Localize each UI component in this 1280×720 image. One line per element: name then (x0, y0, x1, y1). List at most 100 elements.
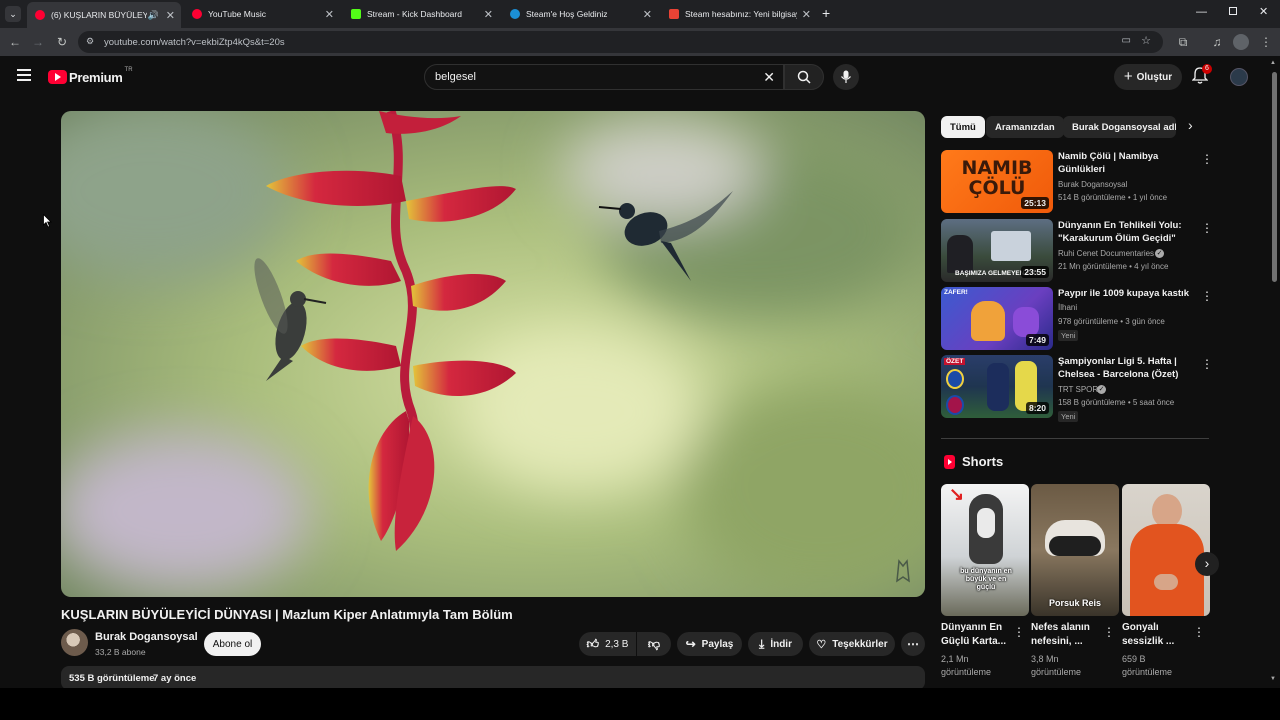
youtube-play-logo-icon (48, 70, 67, 84)
search-query: belgesel (435, 71, 476, 83)
short-overlay-text: Porsuk Reis (1048, 598, 1102, 608)
dislike-button[interactable]: 👎︎ (637, 632, 671, 656)
scroll-down-arrow-icon[interactable]: ▼ (1270, 676, 1276, 682)
recommendation-meta: 978 görüntüleme • 3 gün önce (1058, 317, 1165, 326)
voice-search-button[interactable] (833, 64, 859, 90)
new-badge: Yeni (1058, 411, 1079, 422)
youtube-favicon-icon (35, 10, 45, 20)
chevron-right-icon[interactable]: › (1188, 117, 1193, 133)
short-title[interactable]: Gonyalı sessizlik ... (1122, 621, 1184, 649)
site-info-icon[interactable]: ⚙ (86, 36, 94, 47)
youtube-premium-logo[interactable]: Premium TR (48, 67, 133, 86)
more-vertical-icon[interactable]: ⋮ (1201, 357, 1213, 371)
recommendation-item[interactable]: NAMIB ÇÖLÜ 25:13 Namib Çölü | Namibya Gü… (941, 150, 1213, 214)
short-title[interactable]: Dünyanın En Güçlü Karta... (941, 621, 1009, 649)
chip-all[interactable]: Tümü (941, 116, 985, 138)
create-button[interactable]: + Oluştur (1114, 64, 1182, 90)
minimize-button[interactable]: — (1196, 6, 1207, 18)
video-player[interactable] (61, 111, 925, 597)
browser-tab-youtube-video[interactable]: (6) KUŞLARIN BÜYÜLEYİCİ D 🔊 ✕ (27, 2, 181, 28)
share-label: Paylaş (701, 638, 734, 650)
short-views-label: görüntüleme (1122, 667, 1173, 677)
recommendation-item[interactable]: BAŞIMIZA GELMEYEN KAL 23:55 Dünyanın En … (941, 219, 1213, 283)
more-vertical-icon[interactable]: ⋮ (1201, 289, 1213, 303)
share-button[interactable]: ↪ Paylaş (677, 632, 742, 656)
search-button[interactable] (784, 64, 824, 90)
back-icon[interactable]: ← (7, 34, 23, 50)
close-tab-icon[interactable]: ✕ (643, 8, 652, 21)
video-thumbnail[interactable]: NAMIB ÇÖLÜ 25:13 (941, 150, 1053, 213)
close-tab-icon[interactable]: ✕ (166, 9, 175, 22)
bookmark-star-icon[interactable]: ☆ (1141, 34, 1151, 47)
browser-tab-youtube-music[interactable]: YouTube Music ✕ (184, 3, 340, 25)
search-icon (797, 70, 811, 84)
account-avatar[interactable] (1230, 68, 1248, 86)
description-box[interactable]: 535 B görüntüleme 7 ay önce (61, 666, 925, 690)
close-tab-icon[interactable]: ✕ (325, 8, 334, 21)
reload-icon[interactable]: ↻ (54, 34, 70, 50)
more-vertical-icon[interactable]: ⋮ (1013, 625, 1025, 639)
tab-search-button[interactable]: ⌄ (5, 6, 21, 22)
duration-badge: 7:49 (1025, 334, 1049, 346)
browser-tab-steam[interactable]: Steam'e Hoş Geldiniz ✕ (502, 3, 658, 25)
close-tab-icon[interactable]: ✕ (802, 8, 811, 21)
recommendation-channel: Ruhi Cenet Documentaries (1058, 249, 1155, 258)
recommendation-channel: İlhani (1058, 303, 1078, 312)
more-actions-button[interactable]: ⋯ (901, 632, 925, 656)
download-icon: ⤓ (759, 636, 765, 651)
duration-badge: 25:13 (1021, 197, 1049, 209)
forward-icon[interactable]: → (30, 34, 46, 50)
new-badge: Yeni (1058, 330, 1079, 341)
close-window-button[interactable]: ✕ (1259, 5, 1268, 18)
more-vertical-icon[interactable]: ⋮ (1193, 625, 1205, 639)
short-thumbnail[interactable]: ↘ bu dünyanın en büyük ve en güçlü (941, 484, 1029, 616)
video-thumbnail[interactable]: ÖZET 8:20 (941, 355, 1053, 418)
recommendation-item[interactable]: ÖZET 8:20 Şampiyonlar Ligi 5. Hafta | Ch… (941, 355, 1213, 422)
profile-avatar[interactable] (1233, 34, 1249, 50)
shorts-next-button[interactable]: › (1195, 552, 1219, 576)
menu-icon[interactable] (17, 69, 31, 81)
more-vertical-icon[interactable]: ⋮ (1201, 152, 1213, 166)
browser-tab-gmail[interactable]: Steam hesabınız: Yeni bilgisayar ✕ (661, 3, 817, 25)
channel-name[interactable]: Burak Dogansoysal (95, 631, 198, 643)
subscribe-button[interactable]: Abone ol (204, 632, 261, 656)
recommendation-channel: Burak Dogansoysal (1058, 180, 1128, 189)
bottom-black-bar (0, 688, 1280, 720)
more-horizontal-icon: ⋯ (907, 637, 919, 651)
speaker-icon[interactable]: 🔊 (148, 10, 159, 21)
browser-tab-kick[interactable]: Stream - Kick Dashboard ✕ (343, 3, 499, 25)
extensions-icon[interactable]: ⧉ (1175, 34, 1191, 50)
chip-from-search[interactable]: Aramanızdan (986, 116, 1064, 138)
new-tab-button[interactable]: + (822, 5, 830, 21)
chrome-menu-icon[interactable]: ⋮ (1258, 34, 1274, 50)
restore-button[interactable] (1229, 7, 1237, 15)
scroll-up-arrow-icon[interactable]: ▲ (1270, 60, 1276, 66)
download-button[interactable]: ⤓ İndir (748, 632, 803, 656)
notifications-button[interactable]: 6 (1191, 64, 1212, 87)
thumbnail-text: NAMIB ÇÖLÜ (961, 157, 1033, 199)
thanks-button[interactable]: ♡ Teşekkürler (809, 632, 895, 656)
close-tab-icon[interactable]: ✕ (484, 8, 493, 21)
short-thumbnail[interactable]: Porsuk Reis (1031, 484, 1119, 616)
scrollbar-thumb[interactable] (1272, 72, 1277, 282)
recommendation-item[interactable]: ZAFER! 7:49 Paypır ile 1009 kupaya kastı… (941, 287, 1213, 351)
short-title[interactable]: Nefes alanın nefesini, ... (1031, 621, 1099, 649)
page-scrollbar[interactable]: ▲ ▼ (1270, 60, 1278, 684)
video-thumbnail[interactable]: BAŞIMIZA GELMEYEN KAL 23:55 (941, 219, 1053, 282)
tab-label: (6) KUŞLARIN BÜYÜLEYİCİ D (51, 10, 147, 20)
like-button[interactable]: 👍︎ 2,3 B (579, 632, 636, 656)
clear-search-icon[interactable]: ✕ (763, 69, 775, 86)
cast-icon[interactable]: ▭ (1122, 35, 1131, 46)
channel-avatar[interactable] (61, 629, 88, 656)
duration-badge: 23:55 (1021, 266, 1049, 278)
video-frame-hummingbirds (61, 111, 925, 597)
more-vertical-icon[interactable]: ⋮ (1201, 221, 1213, 235)
search-input[interactable]: belgesel ✕ (424, 64, 784, 90)
media-control-icon[interactable]: ♫ (1209, 34, 1225, 50)
chip-from-channel[interactable]: Burak Dogansoysal adlı (1063, 116, 1176, 138)
video-thumbnail[interactable]: ZAFER! 7:49 (941, 287, 1053, 350)
address-bar[interactable]: ⚙ youtube.com/watch?v=ekbiZtp4kQs&t=20s … (78, 31, 1163, 53)
short-thumbnail[interactable] (1122, 484, 1210, 616)
recommendation-title: Paypır ile 1009 kupaya kastık (1058, 288, 1189, 299)
more-vertical-icon[interactable]: ⋮ (1103, 625, 1115, 639)
